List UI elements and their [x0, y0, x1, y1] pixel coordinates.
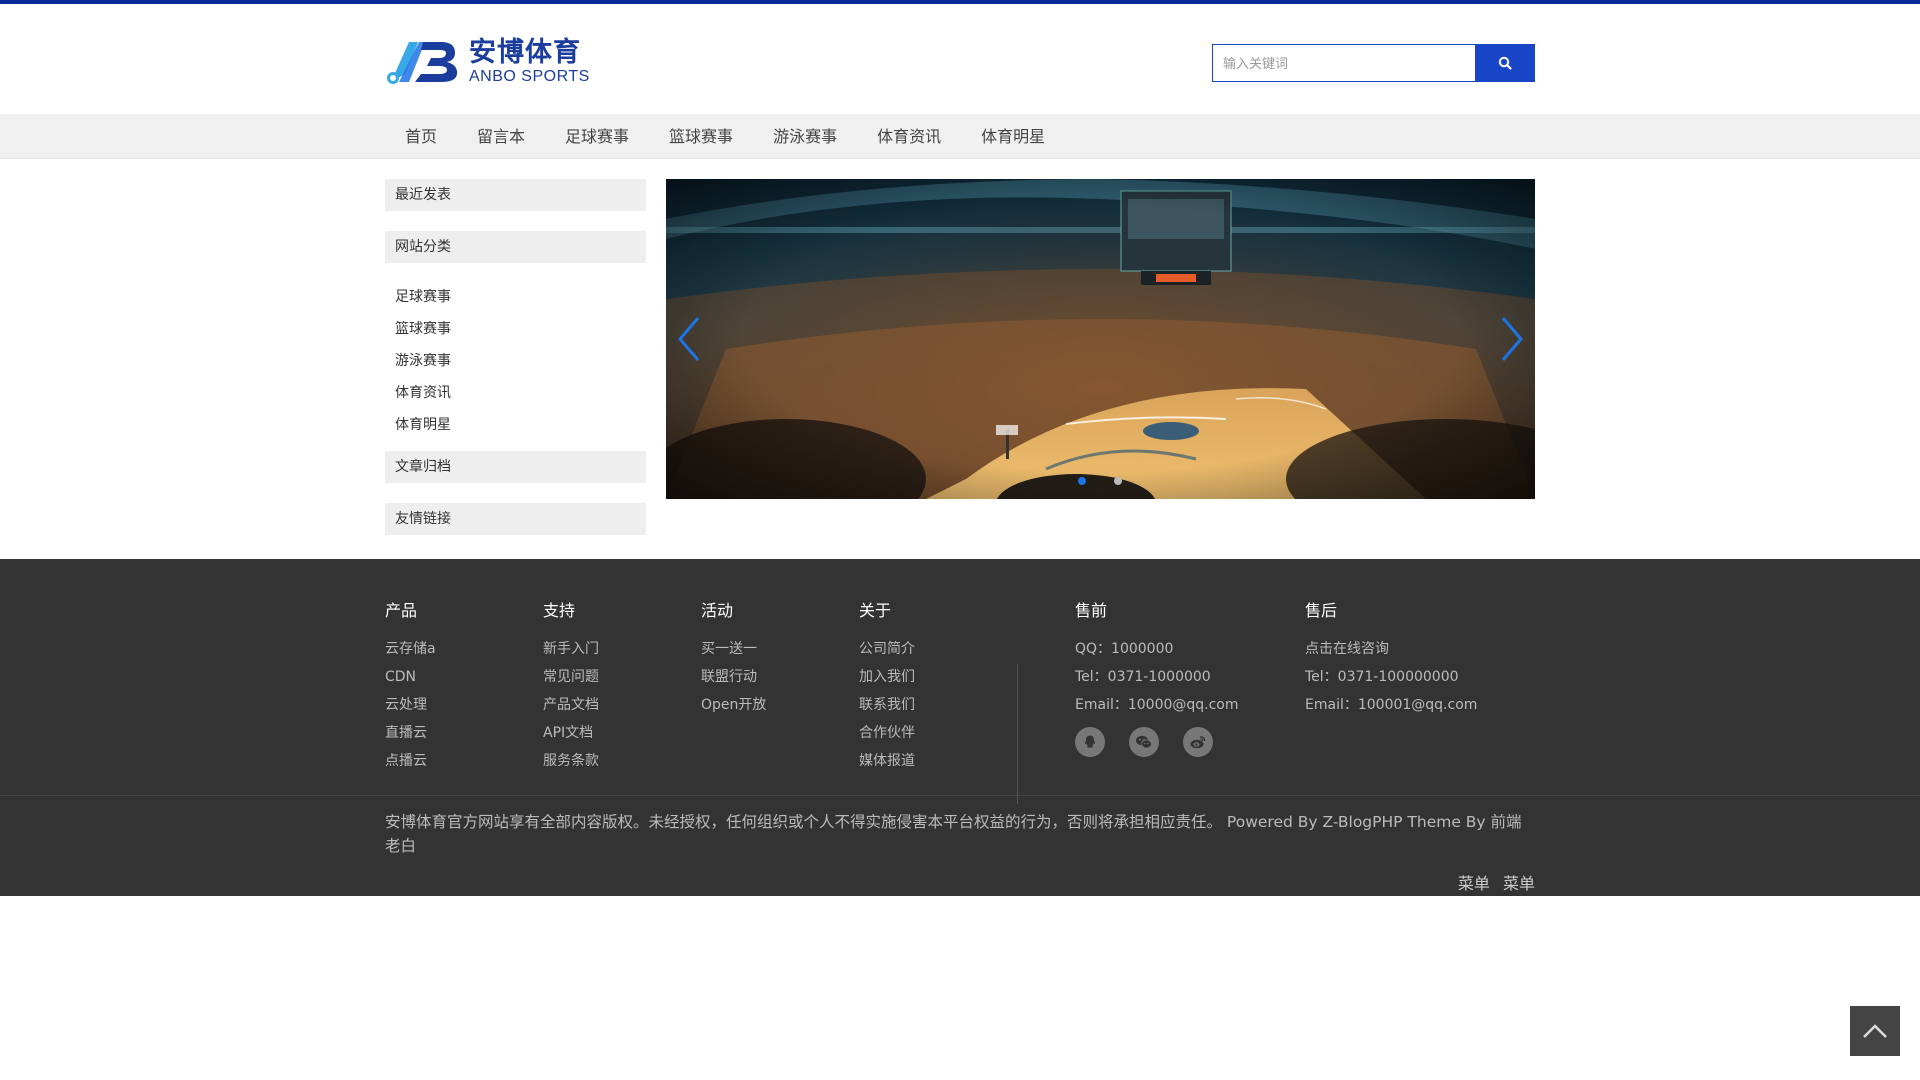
- footer-link[interactable]: 新手入门: [543, 635, 701, 663]
- presale-email: Email：10000@qq.com: [1075, 697, 1239, 713]
- footer-divider: [1017, 664, 1018, 804]
- nav-item-home[interactable]: 首页: [385, 114, 457, 159]
- footer-column-title: 关于: [859, 601, 892, 620]
- slider-dots: [666, 477, 1535, 485]
- main-content: 最近发表 网站分类 足球赛事 篮球赛事 游泳赛事 体育资讯 体育明星 文章归档 …: [385, 179, 1535, 535]
- footer-link[interactable]: 服务条款: [543, 747, 701, 775]
- chevron-up-icon: [1863, 1024, 1887, 1038]
- slider-dot[interactable]: [1078, 477, 1087, 485]
- search-icon: [1498, 56, 1512, 70]
- social-links: [1075, 727, 1305, 757]
- header: 安博体育 ANBO SPORTS: [385, 4, 1535, 114]
- footer-presale: 售前 QQ：1000000 Tel：0371-1000000 Email：100…: [1075, 597, 1305, 795]
- category-link[interactable]: 体育资讯: [395, 377, 525, 409]
- wechat-icon[interactable]: [1129, 727, 1159, 757]
- footer-menus: 菜单 菜单: [385, 870, 1535, 894]
- friend-links-title: 友情链接: [385, 503, 646, 535]
- presale-tel: Tel：0371-1000000: [1075, 669, 1211, 685]
- archive-title: 文章归档: [385, 451, 646, 483]
- chevron-left-icon: [677, 317, 699, 361]
- footer: 产品 云存储a CDN 云处理 直播云 点播云 支持 新手入门 常见问题 产品文…: [0, 559, 1920, 896]
- nav-item-basketball[interactable]: 篮球赛事: [649, 114, 753, 159]
- logo-subtitle: ANBO SPORTS: [469, 68, 590, 85]
- footer-link[interactable]: CDN: [385, 663, 543, 691]
- footer-column-events: 活动 买一送一 联盟行动 Open开放: [701, 597, 859, 795]
- recent-posts-box: 最近发表: [385, 179, 646, 211]
- back-to-top-button[interactable]: [1850, 1006, 1900, 1056]
- footer-link[interactable]: 点播云: [385, 747, 543, 775]
- category-list: 足球赛事 篮球赛事 游泳赛事 体育资讯 体育明星: [385, 273, 646, 441]
- footer-aftersale: 售后 点击在线咨询 Tel：0371-100000000 Email：10000…: [1305, 597, 1535, 795]
- footer-link[interactable]: 买一送一: [701, 635, 859, 663]
- chevron-right-icon: [1501, 317, 1523, 361]
- category-link[interactable]: 游泳赛事: [395, 345, 525, 377]
- footer-link[interactable]: 产品文档: [543, 691, 701, 719]
- main-nav: 首页 留言本 足球赛事 篮球赛事 游泳赛事 体育资讯 体育明星: [0, 114, 1920, 159]
- aftersale-email: Email：100001@qq.com: [1305, 697, 1478, 713]
- slider-dot[interactable]: [1114, 477, 1123, 485]
- archive-box: 文章归档: [385, 451, 646, 483]
- friend-links-box: 友情链接: [385, 503, 646, 535]
- footer-column-title: 产品: [385, 601, 418, 620]
- qq-icon[interactable]: [1075, 727, 1105, 757]
- footer-column-title: 支持: [543, 601, 576, 620]
- presale-qq: QQ：1000000: [1075, 641, 1174, 657]
- footer-menu-link[interactable]: 菜单: [1503, 874, 1535, 893]
- category-link[interactable]: 体育明星: [395, 409, 525, 441]
- logo-title: 安博体育: [469, 37, 581, 68]
- weibo-icon[interactable]: [1183, 727, 1213, 757]
- nav-item-stars[interactable]: 体育明星: [961, 114, 1065, 159]
- slider-next-button[interactable]: [1497, 314, 1527, 364]
- footer-link[interactable]: 直播云: [385, 719, 543, 747]
- copyright-text: 安博体育官方网站享有全部内容版权。未经授权，任何组织或个人不得实施侵害本平台权益…: [385, 813, 1522, 855]
- footer-link[interactable]: 常见问题: [543, 663, 701, 691]
- footer-column-products: 产品 云存储a CDN 云处理 直播云 点播云: [385, 597, 543, 795]
- footer-link[interactable]: 联盟行动: [701, 663, 859, 691]
- footer-link[interactable]: 合作伙伴: [859, 719, 959, 747]
- nav-item-guestbook[interactable]: 留言本: [457, 114, 545, 159]
- footer-link[interactable]: API文档: [543, 719, 701, 747]
- banner-slider[interactable]: [665, 179, 1535, 499]
- aftersale-tel: Tel：0371-100000000: [1305, 669, 1459, 685]
- footer-bottom: 安博体育官方网站享有全部内容版权。未经授权，任何组织或个人不得实施侵害本平台权益…: [0, 795, 1920, 894]
- nav-item-football[interactable]: 足球赛事: [545, 114, 649, 159]
- search-input[interactable]: [1212, 44, 1475, 82]
- footer-column-support: 支持 新手入门 常见问题 产品文档 API文档 服务条款: [543, 597, 701, 795]
- aftersale-consult-link[interactable]: 点击在线咨询: [1305, 635, 1535, 663]
- aftersale-title: 售后: [1305, 601, 1338, 620]
- footer-link[interactable]: Open开放: [701, 691, 859, 719]
- categories-box: 网站分类: [385, 231, 646, 263]
- slider-prev-button[interactable]: [674, 314, 704, 364]
- recent-posts-title: 最近发表: [385, 179, 646, 211]
- footer-link[interactable]: 公司简介: [859, 635, 959, 663]
- nav-item-news[interactable]: 体育资讯: [857, 114, 961, 159]
- footer-menu-link[interactable]: 菜单: [1458, 874, 1490, 893]
- search-button[interactable]: [1475, 44, 1535, 82]
- logo-mark-icon: [385, 34, 465, 90]
- sidebar: 最近发表 网站分类 足球赛事 篮球赛事 游泳赛事 体育资讯 体育明星 文章归档 …: [385, 179, 646, 535]
- nav-item-swimming[interactable]: 游泳赛事: [753, 114, 857, 159]
- footer-column-title: 活动: [701, 601, 734, 620]
- category-link[interactable]: 足球赛事: [395, 281, 525, 313]
- categories-title: 网站分类: [385, 231, 646, 263]
- basketball-arena-image: [665, 179, 1535, 499]
- footer-column-about: 关于 公司简介 加入我们 联系我们 合作伙伴 媒体报道: [859, 597, 959, 795]
- category-link[interactable]: 篮球赛事: [395, 313, 525, 345]
- search-bar: [1212, 44, 1535, 82]
- footer-link[interactable]: 联系我们: [859, 691, 959, 719]
- footer-link[interactable]: 云处理: [385, 691, 543, 719]
- logo[interactable]: 安博体育 ANBO SPORTS: [385, 34, 590, 90]
- footer-link[interactable]: 媒体报道: [859, 747, 959, 775]
- footer-link[interactable]: 加入我们: [859, 663, 959, 691]
- presale-title: 售前: [1075, 601, 1108, 620]
- footer-link[interactable]: 云存储a: [385, 635, 543, 663]
